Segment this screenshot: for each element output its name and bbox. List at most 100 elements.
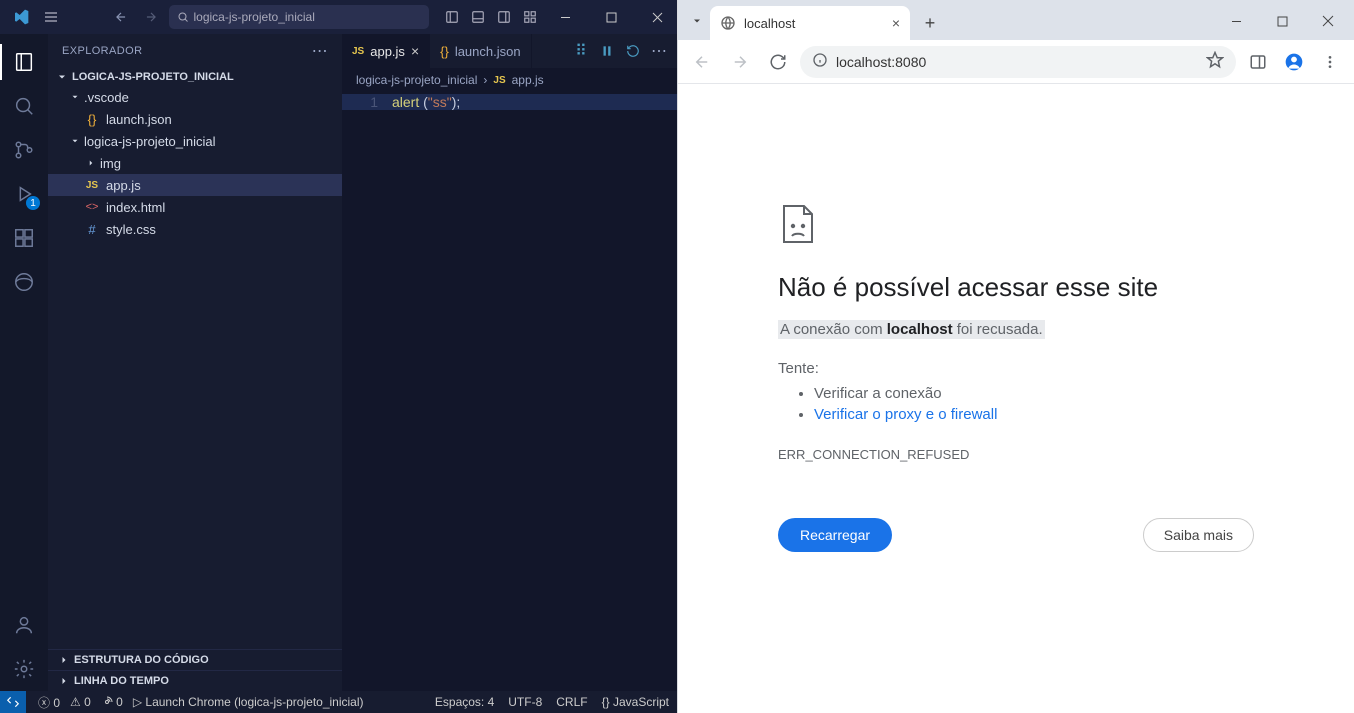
window-close-icon[interactable]	[1308, 6, 1348, 36]
tab-search-dropdown-icon[interactable]	[684, 8, 710, 34]
reload-button[interactable]	[762, 46, 794, 78]
explorer-activity-icon[interactable]	[0, 40, 48, 84]
status-ports[interactable]: 0	[101, 695, 123, 709]
folder-label: img	[100, 156, 121, 171]
folder-vscode[interactable]: .vscode	[48, 86, 342, 108]
code-editor[interactable]: 1 alert ("ss");	[342, 92, 677, 691]
window-maximize-icon[interactable]	[597, 3, 625, 31]
chrome-menu-icon[interactable]	[1314, 46, 1346, 78]
status-errors[interactable]: ⓧ 0	[38, 694, 60, 711]
layout-panel-icon[interactable]	[467, 6, 489, 28]
breadcrumb-file: app.js	[512, 73, 544, 87]
site-info-icon[interactable]	[812, 52, 828, 71]
file-app-js[interactable]: JS app.js	[48, 174, 342, 196]
project-title: LOGICA-JS-PROJETO_INICIAL	[72, 71, 234, 83]
status-launch-config[interactable]: ▷ Launch Chrome (logica-js-projeto_inici…	[133, 695, 364, 709]
folder-project[interactable]: logica-js-projeto_inicial	[48, 130, 342, 152]
chrome-toolbar: localhost:8080	[678, 40, 1354, 84]
debug-restart-icon[interactable]	[623, 41, 643, 61]
file-index-html[interactable]: <> index.html	[48, 196, 342, 218]
debug-pause-icon[interactable]	[597, 41, 617, 61]
vscode-window: logica-js-projeto_inicial 1	[0, 0, 677, 713]
tab-app-js[interactable]: JS app.js ×	[342, 34, 430, 68]
folder-img[interactable]: img	[48, 152, 342, 174]
error-suggestions: Verificar a conexão Verificar o proxy e …	[778, 385, 1254, 423]
close-tab-icon[interactable]: ×	[892, 15, 900, 31]
editor-area: JS app.js × {} launch.json ⠿ ⋯ logica-js…	[342, 34, 677, 691]
search-activity-icon[interactable]	[0, 84, 48, 128]
tab-label: launch.json	[455, 44, 521, 59]
timeline-section[interactable]: LINHA DO TEMPO	[48, 670, 342, 691]
edge-activity-icon[interactable]	[0, 260, 48, 304]
menu-icon[interactable]	[42, 8, 60, 26]
status-spaces[interactable]: Espaços: 4	[435, 695, 494, 709]
command-center-search[interactable]: logica-js-projeto_inicial	[169, 5, 429, 29]
html-file-icon: <>	[84, 199, 100, 215]
suggestion-item: Verificar o proxy e o firewall	[814, 406, 1254, 423]
bookmark-star-icon[interactable]	[1206, 51, 1224, 72]
chrome-tab-strip: localhost × +	[678, 0, 1354, 40]
explorer-title: EXPLORADOR	[62, 45, 142, 57]
error-title: Não é possível acessar esse site	[778, 272, 1254, 303]
status-encoding[interactable]: UTF-8	[508, 695, 542, 709]
js-file-icon: JS	[493, 75, 505, 86]
file-label: style.css	[106, 222, 156, 237]
breadcrumb[interactable]: logica-js-projeto_inicial › JS app.js	[342, 68, 677, 92]
vscode-titlebar: logica-js-projeto_inicial	[0, 0, 677, 34]
nav-forward-icon[interactable]	[142, 8, 160, 26]
profile-avatar-icon[interactable]	[1278, 46, 1310, 78]
source-control-activity-icon[interactable]	[0, 128, 48, 172]
debug-drag-icon[interactable]: ⠿	[571, 41, 591, 61]
explorer-more-icon[interactable]: ⋯	[312, 41, 328, 61]
suggestion-item: Verificar a conexão	[814, 385, 1254, 402]
breadcrumb-root: logica-js-projeto_inicial	[356, 73, 477, 87]
settings-activity-icon[interactable]	[0, 647, 48, 691]
outline-label: ESTRUTURA DO CÓDIGO	[74, 654, 209, 666]
error-code: ERR_CONNECTION_REFUSED	[778, 447, 1254, 462]
remote-button[interactable]	[0, 691, 26, 713]
chrome-window: localhost × + localhost:8080 Não é possí…	[677, 0, 1354, 713]
css-file-icon: #	[84, 221, 100, 237]
address-text: localhost:8080	[836, 54, 926, 70]
debug-activity-icon[interactable]: 1	[0, 172, 48, 216]
learn-more-button[interactable]: Saiba mais	[1143, 518, 1254, 552]
activity-bar: 1	[0, 34, 48, 691]
window-minimize-icon[interactable]	[1216, 6, 1256, 36]
window-close-icon[interactable]	[643, 3, 671, 31]
address-bar[interactable]: localhost:8080	[800, 46, 1236, 78]
file-label: launch.json	[106, 112, 172, 127]
accounts-activity-icon[interactable]	[0, 603, 48, 647]
reload-page-button[interactable]: Recarregar	[778, 518, 892, 552]
browser-tab[interactable]: localhost ×	[710, 6, 910, 40]
side-panel-icon[interactable]	[1242, 46, 1274, 78]
nav-back-icon[interactable]	[112, 8, 130, 26]
layout-primary-icon[interactable]	[441, 6, 463, 28]
globe-icon	[720, 15, 736, 31]
status-warnings[interactable]: ⚠ 0	[70, 695, 91, 709]
proxy-firewall-link[interactable]: Verificar o proxy e o firewall	[814, 406, 997, 423]
status-eol[interactable]: CRLF	[556, 695, 587, 709]
error-page: Não é possível acessar esse site A conex…	[678, 84, 1354, 713]
tab-launch-json[interactable]: {} launch.json	[430, 34, 531, 68]
debug-more-icon[interactable]: ⋯	[649, 41, 669, 61]
extensions-activity-icon[interactable]	[0, 216, 48, 260]
json-file-icon: {}	[440, 44, 449, 59]
file-launch-json[interactable]: {} launch.json	[48, 108, 342, 130]
explorer-sidebar: EXPLORADOR ⋯ LOGICA-JS-PROJETO_INICIAL .…	[48, 34, 342, 691]
project-folder-header[interactable]: LOGICA-JS-PROJETO_INICIAL	[48, 68, 342, 86]
status-language[interactable]: {} JavaScript	[602, 695, 669, 709]
error-description: A conexão com localhost foi recusada.	[778, 321, 1254, 338]
code-line-content: alert ("ss");	[392, 94, 677, 110]
file-style-css[interactable]: # style.css	[48, 218, 342, 240]
layout-customize-icon[interactable]	[519, 6, 541, 28]
js-file-icon: JS	[352, 46, 364, 57]
layout-secondary-icon[interactable]	[493, 6, 515, 28]
outline-section[interactable]: ESTRUTURA DO CÓDIGO	[48, 649, 342, 670]
window-minimize-icon[interactable]	[551, 3, 579, 31]
new-tab-button[interactable]: +	[916, 9, 944, 37]
nav-forward-button	[724, 46, 756, 78]
close-tab-icon[interactable]: ×	[411, 43, 419, 59]
chevron-right-icon	[84, 158, 98, 168]
window-maximize-icon[interactable]	[1262, 6, 1302, 36]
tab-title: localhost	[744, 16, 795, 31]
